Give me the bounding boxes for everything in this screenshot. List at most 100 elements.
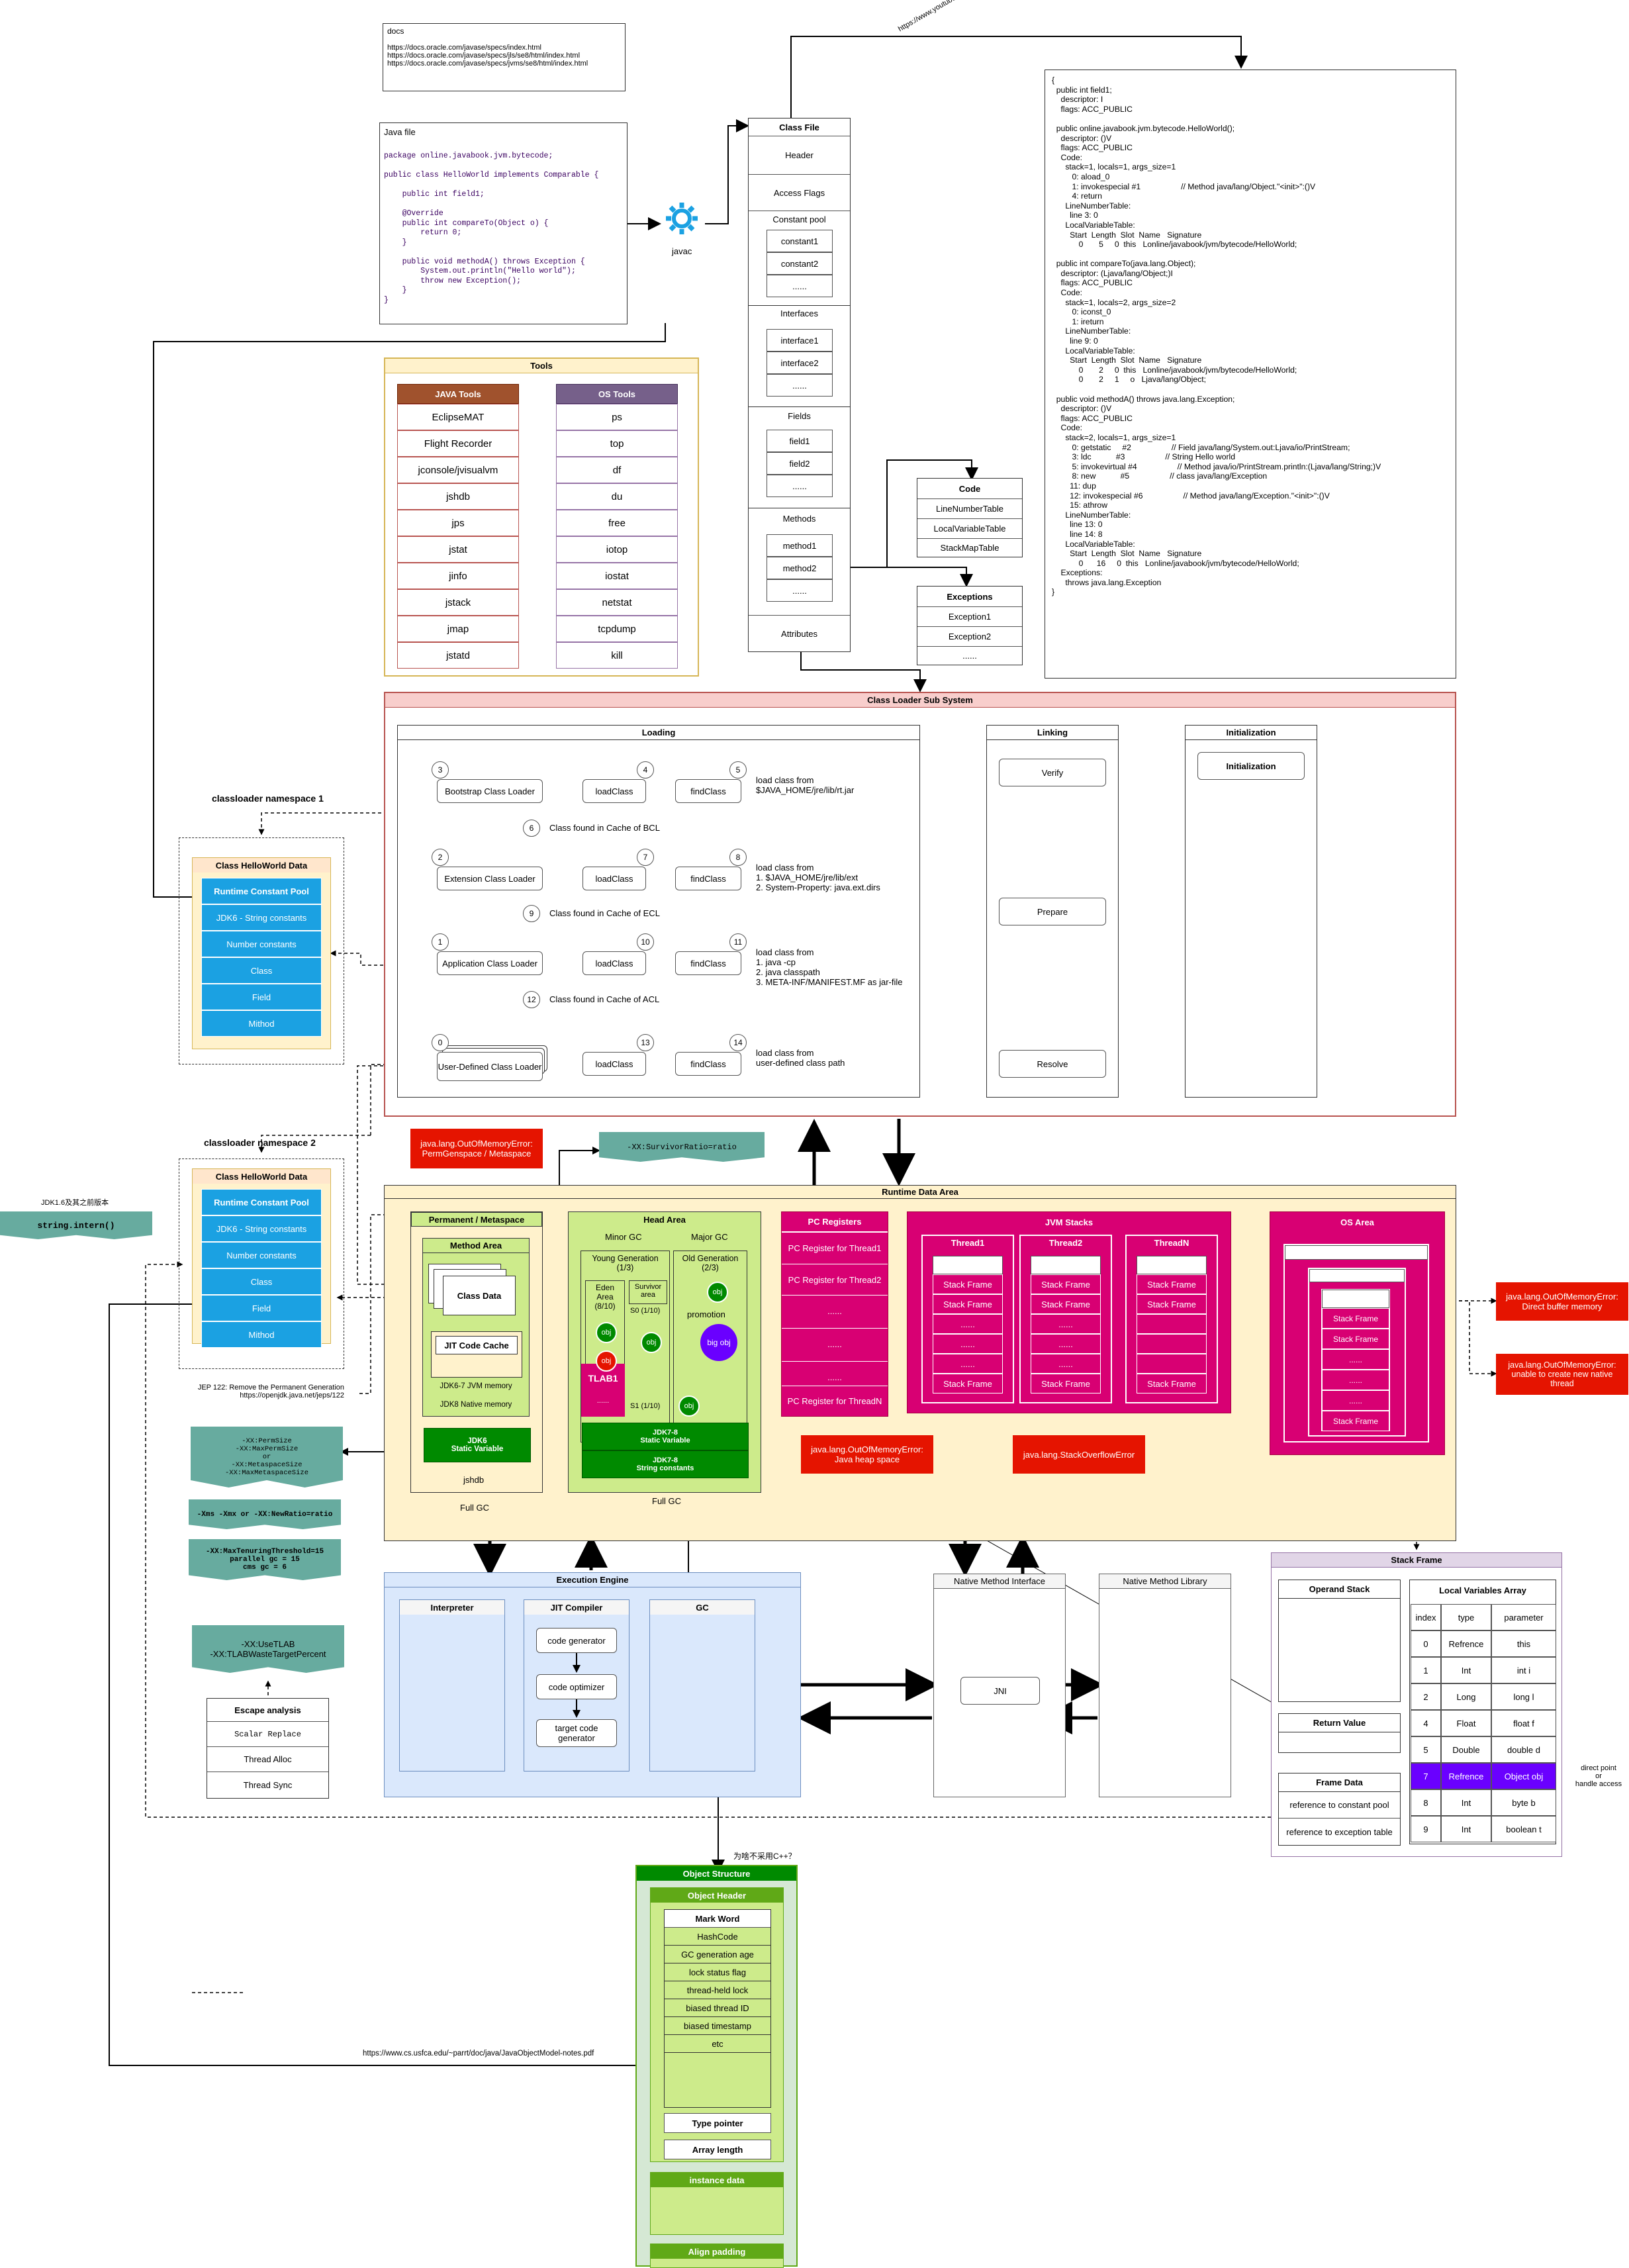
os-tool-item[interactable]: iostat	[556, 563, 678, 589]
class-loader-box[interactable]: Application Class Loader	[437, 951, 543, 975]
stack-frame-slot[interactable]: Stack Frame	[1031, 1274, 1101, 1294]
field-item[interactable]: ......	[767, 475, 833, 497]
frame-data-item[interactable]: reference to exception table	[1279, 1819, 1400, 1845]
lv-cell[interactable]: Long	[1441, 1683, 1491, 1710]
stack-frame-slot[interactable]: Stack Frame	[1137, 1374, 1207, 1394]
pc-register[interactable]: ......	[782, 1295, 888, 1327]
java-tool-item[interactable]: jstack	[397, 589, 519, 616]
mark-word-item[interactable]: thread-held lock	[665, 1981, 770, 1999]
mark-word-item[interactable]: lock status flag	[665, 1963, 770, 1981]
prepare-step[interactable]: Prepare	[999, 898, 1106, 925]
lv-cell[interactable]: 4	[1411, 1710, 1441, 1736]
obj-s1[interactable]: obj	[678, 1395, 700, 1417]
obj-survivor[interactable]: obj	[641, 1332, 662, 1353]
interface-item[interactable]: interface2	[767, 352, 833, 374]
constant-item[interactable]: constant1	[767, 230, 833, 252]
os-tool-item[interactable]: netstat	[556, 589, 678, 616]
native-stack-frame[interactable]: Stack Frame	[1322, 1411, 1389, 1431]
ns1-item[interactable]: Number constants	[201, 931, 322, 957]
exception-item[interactable]: ......	[917, 646, 1022, 665]
java-tool-item[interactable]: Flight Recorder	[397, 430, 519, 457]
class-file-access-flags[interactable]: Access Flags	[749, 175, 850, 211]
escape-item[interactable]: Thread Sync	[207, 1772, 328, 1798]
lv-cell[interactable]: this	[1491, 1630, 1556, 1657]
jdk6-static-variable[interactable]: JDK6 Static Variable	[424, 1428, 531, 1462]
os-tool-item[interactable]: tcpdump	[556, 616, 678, 642]
find-class-step[interactable]: findClass	[675, 867, 741, 890]
lv-cell[interactable]: Int	[1441, 1816, 1491, 1842]
native-stack-frame[interactable]: ......	[1322, 1370, 1389, 1390]
stack-frame-slot[interactable]: ......	[1031, 1314, 1101, 1334]
java-tool-item[interactable]: jconsole/jvisualvm	[397, 457, 519, 483]
interface-item[interactable]: interface1	[767, 329, 833, 352]
field-item[interactable]: field1	[767, 430, 833, 452]
obj-old[interactable]: obj	[707, 1282, 728, 1303]
ns1-item[interactable]: JDK6 - String constants	[201, 904, 322, 931]
ns2-item[interactable]: Mithod	[201, 1321, 322, 1348]
lv-cell[interactable]: Object obj	[1491, 1763, 1556, 1789]
ns1-item[interactable]: Mithod	[201, 1010, 322, 1037]
obj-eden[interactable]: obj	[596, 1322, 617, 1343]
ns2-item[interactable]: Runtime Constant Pool	[201, 1189, 322, 1215]
verify-step[interactable]: Verify	[999, 759, 1106, 786]
os-tool-item[interactable]: top	[556, 430, 678, 457]
tlab-box[interactable]: TLAB1 ......	[581, 1364, 625, 1417]
stack-frame-slot[interactable]	[1137, 1314, 1207, 1334]
load-class-step[interactable]: loadClass	[582, 867, 646, 890]
lv-cell[interactable]: 0	[1411, 1630, 1441, 1657]
method-item[interactable]: method1	[767, 534, 833, 557]
lv-cell[interactable]: 1	[1411, 1657, 1441, 1683]
big-obj[interactable]: big obj	[700, 1324, 737, 1361]
stack-frame-slot[interactable]: Stack Frame	[1031, 1294, 1101, 1314]
lv-cell[interactable]: 8	[1411, 1789, 1441, 1816]
docs-link-1[interactable]: https://docs.oracle.com/javase/specs/ind…	[387, 44, 621, 52]
constant-item[interactable]: constant2	[767, 252, 833, 275]
stack-frame-slot[interactable]	[1137, 1354, 1207, 1374]
stack-frame-slot[interactable]: ......	[933, 1354, 1003, 1374]
stack-frame-slot[interactable]: Stack Frame	[1137, 1294, 1207, 1314]
stack-frame-slot[interactable]: ......	[933, 1314, 1003, 1334]
lv-cell[interactable]: 5	[1411, 1736, 1441, 1763]
method-item[interactable]: ......	[767, 579, 833, 602]
class-loader-box[interactable]: Bootstrap Class Loader	[437, 779, 543, 803]
os-tool-item[interactable]: iotop	[556, 536, 678, 563]
load-class-step[interactable]: loadClass	[582, 779, 646, 803]
native-stack-frame[interactable]: Stack Frame	[1322, 1308, 1389, 1329]
lv-cell[interactable]: Int	[1441, 1789, 1491, 1816]
class-data-box[interactable]: Class Data	[443, 1276, 516, 1315]
pc-register[interactable]: PC Register for ThreadN	[782, 1386, 888, 1416]
mark-word-item[interactable]: etc	[665, 2035, 770, 2053]
mark-word-item[interactable]: biased thread ID	[665, 1999, 770, 2017]
stack-frame-slot[interactable]: Stack Frame	[1137, 1274, 1207, 1294]
jit-code-cache[interactable]: JIT Code Cache	[436, 1336, 518, 1354]
load-class-step[interactable]: loadClass	[582, 951, 646, 975]
native-stack-frame[interactable]: ......	[1322, 1349, 1389, 1370]
code-item[interactable]: LineNumberTable	[917, 498, 1022, 518]
code-item[interactable]: StackMapTable	[917, 538, 1022, 557]
native-stack-frame[interactable]: Stack Frame	[1322, 1329, 1389, 1349]
ns1-item[interactable]: Runtime Constant Pool	[201, 878, 322, 904]
type-pointer[interactable]: Type pointer	[664, 2113, 771, 2133]
mark-word-item[interactable]: GC generation age	[665, 1946, 770, 1963]
ns2-item[interactable]: Class	[201, 1268, 322, 1295]
docs-link-3[interactable]: https://docs.oracle.com/javase/specs/jvm…	[387, 60, 621, 68]
obj-tlab[interactable]: obj	[596, 1350, 617, 1372]
lv-cell[interactable]: long l	[1491, 1683, 1556, 1710]
ns1-item[interactable]: Class	[201, 957, 322, 984]
os-tool-item[interactable]: free	[556, 510, 678, 536]
find-class-step[interactable]: findClass	[675, 951, 741, 975]
stack-frame-slot[interactable]: ......	[933, 1334, 1003, 1354]
pc-register[interactable]: PC Register for Thread2	[782, 1264, 888, 1296]
stack-frame-slot[interactable]: Stack Frame	[933, 1294, 1003, 1314]
os-tool-item[interactable]: kill	[556, 642, 678, 669]
lv-cell[interactable]: float f	[1491, 1710, 1556, 1736]
load-class-step[interactable]: loadClass	[582, 1052, 646, 1076]
lv-cell[interactable]: Int	[1441, 1657, 1491, 1683]
native-stack-frame[interactable]: ......	[1322, 1390, 1389, 1411]
jdk78-static-variable[interactable]: JDK7-8 Static Variable	[582, 1423, 749, 1450]
class-file-header[interactable]: Header	[749, 136, 850, 175]
java-tool-item[interactable]: jinfo	[397, 563, 519, 589]
class-file-attributes[interactable]: Attributes	[749, 615, 850, 651]
ns2-item[interactable]: JDK6 - String constants	[201, 1215, 322, 1242]
os-tool-item[interactable]: df	[556, 457, 678, 483]
